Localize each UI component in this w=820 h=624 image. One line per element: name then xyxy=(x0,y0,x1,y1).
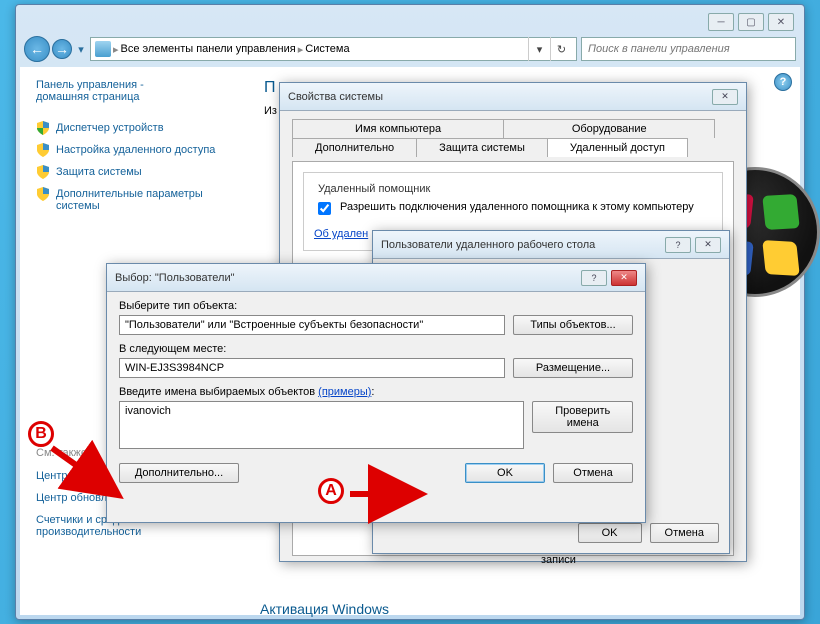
dialog-close-button[interactable]: ✕ xyxy=(712,89,738,105)
minimize-button[interactable]: ─ xyxy=(708,13,734,31)
breadcrumb-dropdown[interactable]: ▾ xyxy=(528,37,550,61)
ok-button[interactable]: OK xyxy=(465,463,545,483)
names-textarea[interactable]: ivanovich xyxy=(119,401,524,449)
window-controls: ─ ▢ ✕ xyxy=(708,13,794,31)
shield-icon xyxy=(36,143,50,157)
rdu-cancel-button[interactable]: Отмена xyxy=(650,523,719,543)
nav-forward-button[interactable]: → xyxy=(52,39,72,59)
check-names-button[interactable]: Проверить имена xyxy=(532,401,633,433)
tab-strip: Имя компьютера Оборудование Дополнительн… xyxy=(292,119,734,157)
dialog-titlebar[interactable]: Пользователи удаленного рабочего стола ?… xyxy=(373,231,729,259)
sidebar-link-devices[interactable]: Диспетчер устройств xyxy=(36,117,232,139)
dialog-title: Свойства системы xyxy=(288,91,383,103)
sidebar-link-advanced[interactable]: Дополнительные параметры системы xyxy=(36,183,232,217)
marker-b: B xyxy=(28,421,54,447)
help-icon[interactable]: ? xyxy=(774,73,792,91)
marker-a: A xyxy=(318,478,344,504)
dialog-help-button[interactable]: ? xyxy=(581,270,607,286)
tab-hardware[interactable]: Оборудование xyxy=(503,119,715,138)
examples-link[interactable]: (примеры) xyxy=(318,386,371,398)
tab-protection[interactable]: Защита системы xyxy=(416,138,548,157)
dialog-close-button[interactable]: ✕ xyxy=(695,237,721,253)
dialog-help-button[interactable]: ? xyxy=(665,237,691,253)
nav-history-dropdown[interactable]: ▾ xyxy=(76,45,86,53)
allow-ra-checkbox-label[interactable]: Разрешить подключения удаленного помощни… xyxy=(314,201,712,218)
tab-computer-name[interactable]: Имя компьютера xyxy=(292,119,504,138)
dialog-titlebar[interactable]: Выбор: "Пользователи" ? ✕ xyxy=(107,264,645,292)
names-label: Введите имена выбираемых объектов (приме… xyxy=(119,386,633,398)
tab-remote[interactable]: Удаленный доступ xyxy=(547,138,688,157)
rdu-ok-button[interactable]: OK xyxy=(578,523,642,543)
sidebar-link-remote[interactable]: Настройка удаленного доступа xyxy=(36,139,232,161)
arrow-a xyxy=(350,482,430,509)
sidebar-home-link[interactable]: Панель управления -домашняя страница xyxy=(36,79,232,103)
shield-icon xyxy=(36,187,50,201)
breadcrumb-all[interactable]: Все элементы панели управления xyxy=(121,43,296,55)
control-panel-icon xyxy=(95,41,111,57)
dialog-title: Пользователи удаленного рабочего стола xyxy=(381,239,595,251)
breadcrumb-bar[interactable]: ▸ Все элементы панели управления ▸ Систе… xyxy=(90,37,577,61)
object-types-button[interactable]: Типы объектов... xyxy=(513,315,633,335)
nav-back-button[interactable]: ← xyxy=(24,36,50,62)
breadcrumb-sep: ▸ xyxy=(298,43,304,56)
refresh-button[interactable]: ↻ xyxy=(550,37,572,61)
sidebar-link-protection[interactable]: Защита системы xyxy=(36,161,232,183)
location-label: В следующем месте: xyxy=(119,343,633,355)
search-input[interactable] xyxy=(586,42,791,56)
shield-icon xyxy=(36,121,50,135)
group-legend: Удаленный помощник xyxy=(314,183,434,195)
breadcrumb-sep: ▸ xyxy=(113,43,119,56)
shield-icon xyxy=(36,165,50,179)
location-field[interactable] xyxy=(119,358,505,378)
address-bar: ← → ▾ ▸ Все элементы панели управления ▸… xyxy=(24,35,796,63)
dialog-title: Выбор: "Пользователи" xyxy=(115,272,235,284)
arrow-b xyxy=(48,444,128,507)
about-ra-link[interactable]: Об удален xyxy=(314,228,368,240)
dialog-close-button[interactable]: ✕ xyxy=(611,270,637,286)
close-button[interactable]: ✕ xyxy=(768,13,794,31)
cancel-button[interactable]: Отмена xyxy=(553,463,633,483)
advanced-button[interactable]: Дополнительно... xyxy=(119,463,239,483)
dialog-titlebar[interactable]: Свойства системы ✕ xyxy=(280,83,746,111)
search-box[interactable] xyxy=(581,37,796,61)
activation-heading: Активация Windows xyxy=(260,601,389,617)
allow-ra-checkbox[interactable] xyxy=(318,202,331,215)
maximize-button[interactable]: ▢ xyxy=(738,13,764,31)
locations-button[interactable]: Размещение... xyxy=(513,358,633,378)
tab-advanced[interactable]: Дополнительно xyxy=(292,138,417,157)
breadcrumb-system[interactable]: Система xyxy=(305,43,349,55)
object-type-field[interactable] xyxy=(119,315,505,335)
object-type-label: Выберите тип объекта: xyxy=(119,300,633,312)
